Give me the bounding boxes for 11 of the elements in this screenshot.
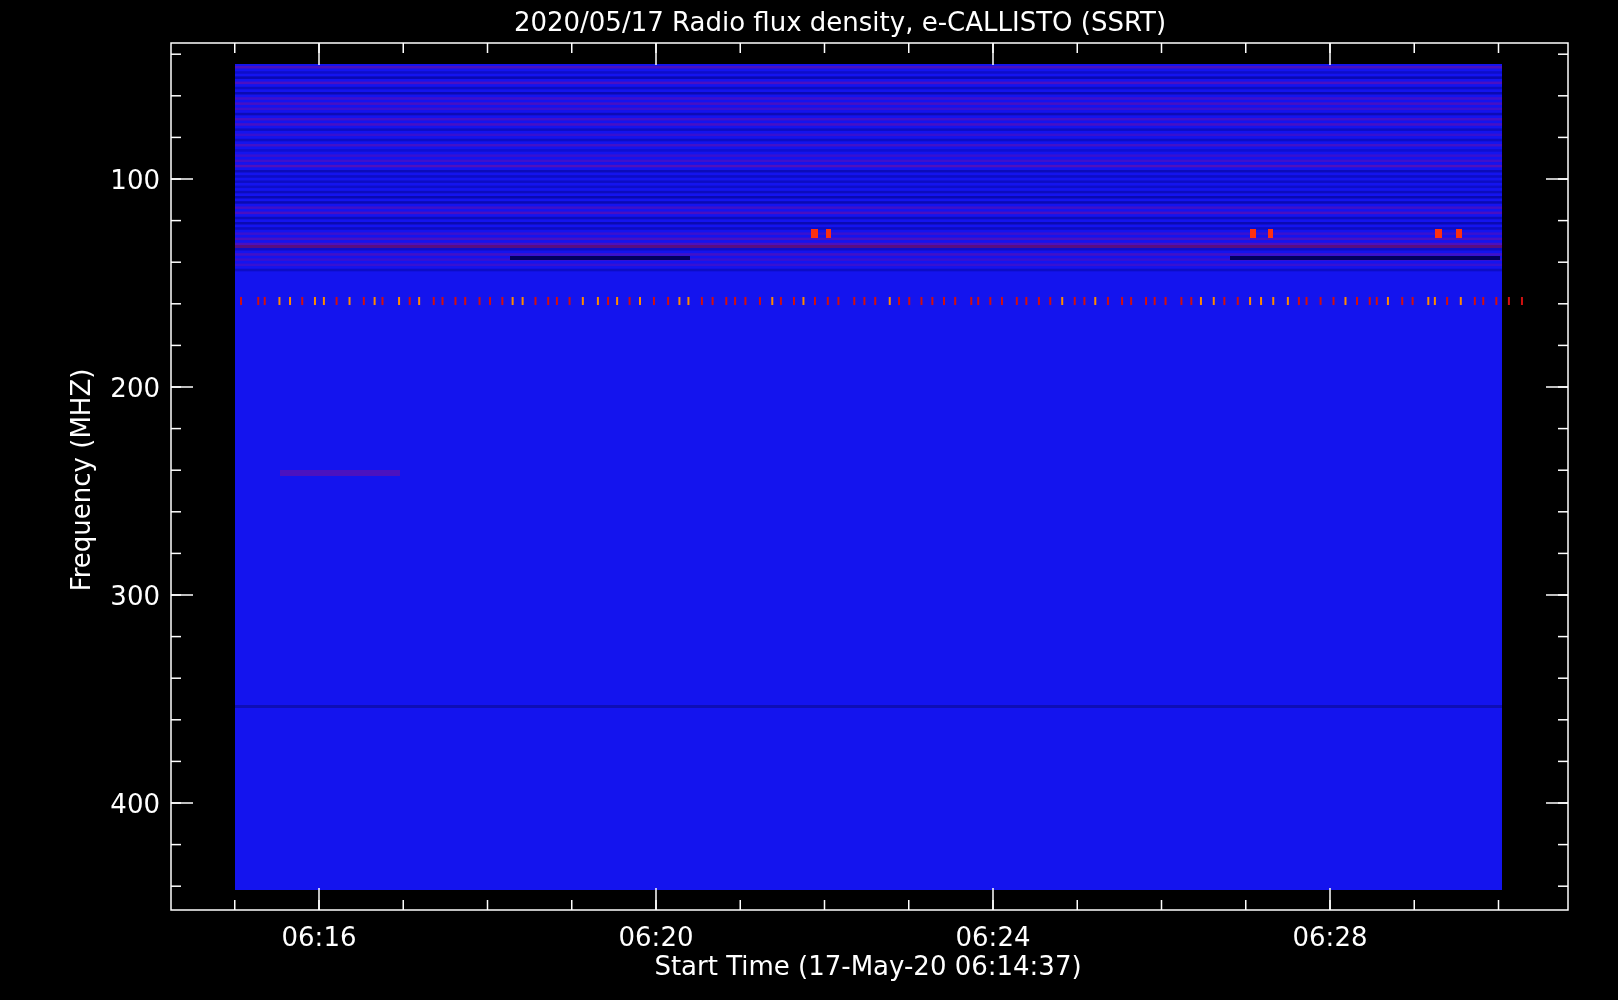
y-tick-label: 300: [110, 581, 160, 611]
x-tick-label: 06:20: [618, 922, 694, 952]
x-tick-label: 06:24: [955, 922, 1031, 952]
x-tick-label: 06:28: [1292, 922, 1368, 952]
x-tick-label: 06:16: [281, 922, 357, 952]
y-tick-label: 100: [110, 165, 160, 195]
x-axis-label: Start Time (17-May-20 06:14:37): [654, 951, 1082, 981]
y-tick-label: 400: [110, 789, 160, 819]
y-axis-label: Frequency (MHZ): [66, 368, 96, 592]
chart-title: 2020/05/17 Radio flux density, e-CALLISTO (SSRT): [513, 7, 1167, 37]
y-tick-label: 200: [110, 373, 160, 403]
